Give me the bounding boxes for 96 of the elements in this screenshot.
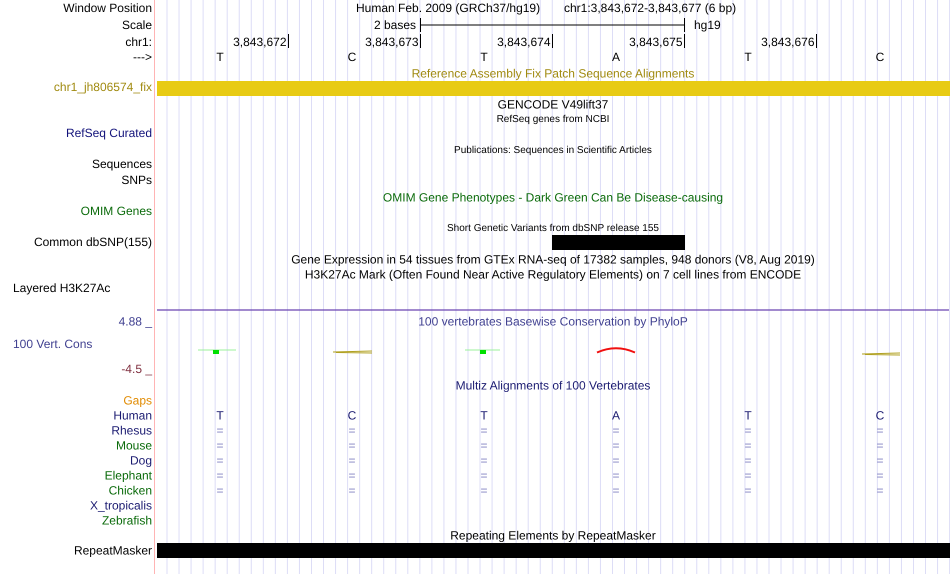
alignment-base: = — [744, 424, 752, 438]
alignment-base: = — [612, 484, 620, 498]
track-label: Common dbSNP(155) — [34, 235, 152, 249]
alignment-base: = — [612, 468, 620, 482]
alignment-base: = — [348, 454, 356, 468]
track-title: 100 vertebrates Basewise Conservation by PhyloP — [418, 314, 688, 328]
alignment-base: = — [876, 484, 884, 498]
track-title: GENCODE V49lift37 — [498, 98, 608, 112]
alignment-base: = — [348, 438, 356, 452]
base-letter: T — [216, 50, 224, 64]
base-letter: T — [744, 50, 752, 64]
alignment-base: = — [480, 454, 488, 468]
alignment-base: = — [876, 424, 884, 438]
species-label: Zebrafish — [102, 514, 152, 528]
strand-arrow: ---> — [133, 50, 152, 64]
base-letter: T — [480, 50, 488, 64]
row-label: chr1: — [125, 35, 152, 49]
alignment-base: T — [480, 408, 488, 422]
alignment-base: = — [480, 438, 488, 452]
alignment-base: = — [348, 468, 356, 482]
scale-text: 2 bases — [374, 18, 416, 32]
track-label: 100 Vert. Cons — [13, 337, 92, 351]
alignment-base: = — [216, 468, 224, 482]
track-label: Layered H3K27Ac — [13, 281, 110, 295]
track-label: chr1_jh806574_fix — [54, 80, 152, 94]
position-range: chr1:3,843,672-3,843,677 (6 bp) — [564, 1, 736, 15]
species-label: Gaps — [123, 394, 152, 408]
axis-min-label: -4.5 _ — [121, 362, 152, 376]
tick-label: 3,843,672 — [233, 35, 286, 49]
track-label: SNPs — [121, 173, 152, 187]
alignment-base: = — [480, 468, 488, 482]
alignment-base: = — [216, 454, 224, 468]
assembly-name: Human Feb. 2009 (GRCh37/hg19) — [356, 1, 540, 15]
track-title: H3K27Ac Mark (Often Found Near Active Regulatory Elements) on 7 cell lines from ENCODE — [304, 268, 802, 282]
alignment-base: = — [612, 424, 620, 438]
alignment-base: = — [744, 484, 752, 498]
tick-label: 3,843,674 — [497, 35, 550, 49]
species-label: Mouse — [116, 438, 152, 452]
row-label: Window Position — [63, 1, 152, 15]
tick-label: 3,843,673 — [365, 35, 418, 49]
conservation-mark — [596, 347, 636, 354]
species-label: X_tropicalis — [90, 498, 152, 512]
alignment-base: = — [216, 484, 224, 498]
alignment-base: = — [480, 424, 488, 438]
base-letter: A — [612, 50, 620, 64]
alignment-base: = — [876, 468, 884, 482]
alignment-base: T — [744, 408, 752, 422]
alignment-base: T — [216, 408, 224, 422]
alignment-base: = — [876, 438, 884, 452]
track-caption: Short Genetic Variants from dbSNP release 155 — [447, 223, 659, 234]
tick-label: 3,843,676 — [761, 35, 814, 49]
species-label: Human — [113, 408, 152, 422]
alignment-base: = — [744, 468, 752, 482]
alignment-base: = — [744, 454, 752, 468]
base-letter: C — [876, 50, 884, 64]
alignment-base: = — [216, 438, 224, 452]
track-title: Repeating Elements by RepeatMasker — [450, 528, 656, 542]
tick-mark — [684, 34, 685, 48]
alignment-base: A — [612, 408, 620, 422]
track-title: Reference Assembly Fix Patch Sequence Alignments — [412, 66, 694, 80]
alignment-base: = — [348, 484, 356, 498]
tick-mark — [552, 34, 553, 48]
track-title: Gene Expression in 54 tissues from GTEx RNA-seq of 17382 samples, 948 donors (V8, Aug 2019) — [291, 252, 815, 266]
alignment-base: = — [348, 424, 356, 438]
track-label: RefSeq Curated — [66, 126, 152, 140]
alignment-base: = — [876, 454, 884, 468]
species-label: Chicken — [108, 484, 152, 498]
species-label: Rhesus — [111, 424, 152, 438]
track-label: Sequences — [92, 157, 152, 171]
conservation-mark — [198, 350, 236, 354]
track-caption: Publications: Sequences in Scientific Articles — [454, 145, 652, 156]
tick-mark — [288, 34, 289, 48]
species-label: Elephant — [104, 468, 152, 482]
tick-label: 3,843,675 — [629, 35, 682, 49]
alignment-base: = — [480, 484, 488, 498]
alignment-base: = — [216, 424, 224, 438]
track-caption: RefSeq genes from NCBI — [496, 114, 610, 125]
alignment-base: C — [348, 408, 356, 422]
track-label: RepeatMasker — [74, 544, 152, 558]
assembly-db: hg19 — [694, 18, 721, 32]
conservation-mark — [332, 350, 372, 354]
conservation-mark — [862, 352, 900, 356]
track-title: Multiz Alignments of 100 Vertebrates — [456, 378, 650, 392]
row-label: Scale — [122, 18, 152, 32]
alignment-base: = — [612, 454, 620, 468]
base-letter: C — [348, 50, 356, 64]
alignment-base: = — [612, 438, 620, 452]
track-title: OMIM Gene Phenotypes - Dark Green Can Be Disease-causing — [382, 190, 724, 204]
tick-mark — [816, 34, 817, 48]
conservation-mark — [464, 350, 500, 354]
species-label: Dog — [130, 454, 152, 468]
alignment-base: = — [744, 438, 752, 452]
alignment-base: C — [876, 408, 884, 422]
tick-mark — [420, 34, 421, 48]
axis-max-label: 4.88 _ — [118, 314, 152, 328]
track-label: OMIM Genes — [80, 204, 152, 218]
